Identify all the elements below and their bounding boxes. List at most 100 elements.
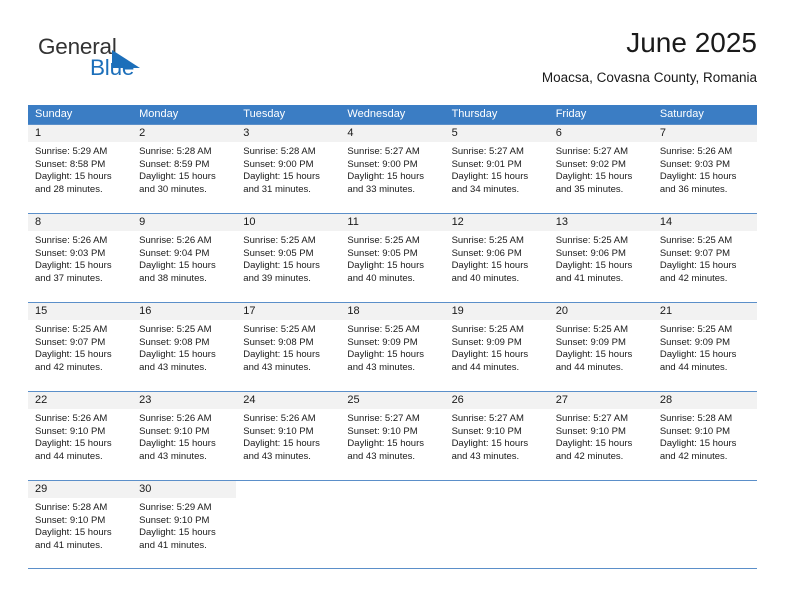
day-cell[interactable]: 13 Sunrise: 5:25 AM Sunset: 9:06 PM Dayl… (548, 214, 653, 302)
day-cell[interactable]: 28 Sunrise: 5:28 AM Sunset: 9:10 PM Dayl… (652, 392, 757, 480)
daylight-text-line1: Daylight: 15 hours (35, 260, 112, 272)
daylight-text-line1: Daylight: 15 hours (347, 171, 424, 183)
daylight-text-line1: Daylight: 15 hours (35, 171, 112, 183)
daylight-text-line1: Daylight: 15 hours (139, 349, 216, 361)
sunset-text: Sunset: 9:00 PM (243, 158, 314, 170)
sunset-text: Sunset: 9:06 PM (451, 247, 522, 259)
sunrise-text: Sunrise: 5:26 AM (659, 146, 733, 157)
day-cell-empty (444, 481, 549, 568)
day-cell[interactable]: 21 Sunrise: 5:25 AM Sunset: 9:09 PM Dayl… (652, 303, 757, 391)
day-cell-empty (236, 481, 341, 568)
sunrise-text: Sunrise: 5:26 AM (139, 235, 212, 246)
day-cell[interactable]: 29 Sunrise: 5:28 AM Sunset: 9:10 PM Dayl… (28, 481, 133, 568)
daylight-text-line1: Daylight: 15 hours (139, 260, 216, 272)
day-cell[interactable]: 12 Sunrise: 5:25 AM Sunset: 9:06 PM Dayl… (444, 214, 549, 302)
daylight-text-line2: and 43 minutes. (347, 450, 416, 462)
daylight-text-line2: and 38 minutes. (139, 272, 207, 284)
daylight-text-line2: and 44 minutes. (35, 450, 103, 462)
weekday-header-sunday: Sunday (35, 108, 73, 120)
daylight-text-line2: and 28 minutes. (35, 183, 103, 195)
day-number: 18 (340, 303, 445, 320)
daylight-text-line2: and 37 minutes. (35, 272, 103, 284)
sunrise-text: Sunrise: 5:25 AM (555, 235, 629, 246)
day-cell[interactable]: 17 Sunrise: 5:25 AM Sunset: 9:08 PM Dayl… (236, 303, 341, 391)
sunset-text: Sunset: 9:10 PM (139, 514, 210, 526)
day-cell[interactable]: 26 Sunrise: 5:27 AM Sunset: 9:10 PM Dayl… (444, 392, 549, 480)
day-cell[interactable]: 5 Sunrise: 5:27 AM Sunset: 9:01 PM Dayli… (444, 125, 549, 213)
sunset-text: Sunset: 9:07 PM (659, 247, 731, 259)
daylight-text-line2: and 42 minutes. (659, 272, 728, 284)
day-cell[interactable]: 8 Sunrise: 5:26 AM Sunset: 9:03 PM Dayli… (28, 214, 133, 302)
day-info: Sunrise: 5:25 AM Sunset: 9:07 PM Dayligh… (653, 231, 757, 285)
day-number: 1 (28, 125, 133, 142)
daylight-text-line2: and 41 minutes. (35, 539, 103, 551)
day-cell[interactable]: 23 Sunrise: 5:26 AM Sunset: 9:10 PM Dayl… (132, 392, 237, 480)
day-number: 20 (548, 303, 653, 320)
sunrise-text: Sunrise: 5:28 AM (35, 502, 108, 513)
weekday-header-thursday: Thursday (451, 108, 498, 120)
daylight-text-line1: Daylight: 15 hours (451, 171, 529, 183)
day-number (444, 481, 549, 498)
day-cell[interactable]: 16 Sunrise: 5:25 AM Sunset: 9:08 PM Dayl… (132, 303, 237, 391)
day-cell[interactable]: 14 Sunrise: 5:25 AM Sunset: 9:07 PM Dayl… (652, 214, 757, 302)
day-number: 29 (28, 481, 133, 498)
sunset-text: Sunset: 9:03 PM (659, 158, 731, 170)
day-number: 4 (340, 125, 445, 142)
daylight-text-line2: and 42 minutes. (659, 450, 728, 462)
day-cell[interactable]: 3 Sunrise: 5:28 AM Sunset: 9:00 PM Dayli… (236, 125, 341, 213)
day-number: 28 (652, 392, 757, 409)
general-blue-logo[interactable]: General Blue (28, 34, 228, 90)
day-cell[interactable]: 27 Sunrise: 5:27 AM Sunset: 9:10 PM Dayl… (548, 392, 653, 480)
day-cell[interactable]: 7 Sunrise: 5:26 AM Sunset: 9:03 PM Dayli… (652, 125, 757, 213)
sunset-text: Sunset: 8:58 PM (35, 158, 106, 170)
sunset-text: Sunset: 9:10 PM (35, 514, 106, 526)
daylight-text-line1: Daylight: 15 hours (35, 438, 112, 450)
calendar-grid: Sunday Monday Tuesday Wednesday Thursday… (28, 105, 757, 569)
day-cell[interactable]: 20 Sunrise: 5:25 AM Sunset: 9:09 PM Dayl… (548, 303, 653, 391)
week-row: 29 Sunrise: 5:28 AM Sunset: 9:10 PM Dayl… (28, 480, 757, 569)
daylight-text-line2: and 43 minutes. (243, 361, 311, 373)
sunset-text: Sunset: 9:10 PM (243, 425, 314, 437)
day-info: Sunrise: 5:25 AM Sunset: 9:08 PM Dayligh… (236, 320, 340, 374)
daylight-text-line1: Daylight: 15 hours (139, 527, 216, 539)
sunrise-text: Sunrise: 5:25 AM (35, 324, 108, 335)
sunrise-text: Sunrise: 5:25 AM (347, 324, 420, 335)
day-cell[interactable]: 2 Sunrise: 5:28 AM Sunset: 8:59 PM Dayli… (132, 125, 237, 213)
day-cell[interactable]: 15 Sunrise: 5:25 AM Sunset: 9:07 PM Dayl… (28, 303, 133, 391)
weekday-header-wednesday: Wednesday (347, 108, 406, 120)
sunrise-text: Sunrise: 5:26 AM (139, 413, 212, 424)
sunset-text: Sunset: 9:03 PM (35, 247, 106, 259)
daylight-text-line1: Daylight: 15 hours (35, 527, 112, 539)
daylight-text-line1: Daylight: 15 hours (451, 438, 529, 450)
daylight-text-line1: Daylight: 15 hours (243, 438, 320, 450)
day-cell[interactable]: 25 Sunrise: 5:27 AM Sunset: 9:10 PM Dayl… (340, 392, 445, 480)
day-cell[interactable]: 30 Sunrise: 5:29 AM Sunset: 9:10 PM Dayl… (132, 481, 237, 568)
daylight-text-line2: and 43 minutes. (451, 450, 520, 462)
day-cell[interactable]: 9 Sunrise: 5:26 AM Sunset: 9:04 PM Dayli… (132, 214, 237, 302)
day-number (236, 481, 341, 498)
day-cell[interactable]: 10 Sunrise: 5:25 AM Sunset: 9:05 PM Dayl… (236, 214, 341, 302)
daylight-text-line1: Daylight: 15 hours (659, 260, 737, 272)
weekday-header-tuesday: Tuesday (243, 108, 286, 120)
weekday-header-friday: Friday (555, 108, 587, 120)
sunset-text: Sunset: 9:09 PM (659, 336, 731, 348)
daylight-text-line1: Daylight: 15 hours (243, 260, 320, 272)
day-cell[interactable]: 11 Sunrise: 5:25 AM Sunset: 9:05 PM Dayl… (340, 214, 445, 302)
sunset-text: Sunset: 9:04 PM (139, 247, 210, 259)
day-cell[interactable]: 6 Sunrise: 5:27 AM Sunset: 9:02 PM Dayli… (548, 125, 653, 213)
day-number: 25 (340, 392, 445, 409)
sunset-text: Sunset: 9:05 PM (347, 247, 418, 259)
week-row: 22 Sunrise: 5:26 AM Sunset: 9:10 PM Dayl… (28, 391, 757, 480)
sunrise-text: Sunrise: 5:27 AM (347, 146, 420, 157)
sunset-text: Sunset: 9:10 PM (555, 425, 626, 437)
daylight-text-line1: Daylight: 15 hours (139, 171, 216, 183)
day-cell[interactable]: 22 Sunrise: 5:26 AM Sunset: 9:10 PM Dayl… (28, 392, 133, 480)
day-cell[interactable]: 1 Sunrise: 5:29 AM Sunset: 8:58 PM Dayli… (28, 125, 133, 213)
day-cell[interactable]: 24 Sunrise: 5:26 AM Sunset: 9:10 PM Dayl… (236, 392, 341, 480)
sunset-text: Sunset: 9:07 PM (35, 336, 106, 348)
day-cell[interactable]: 19 Sunrise: 5:25 AM Sunset: 9:09 PM Dayl… (444, 303, 549, 391)
day-cell[interactable]: 18 Sunrise: 5:25 AM Sunset: 9:09 PM Dayl… (340, 303, 445, 391)
day-cell[interactable]: 4 Sunrise: 5:27 AM Sunset: 9:00 PM Dayli… (340, 125, 445, 213)
sunset-text: Sunset: 9:08 PM (139, 336, 210, 348)
daylight-text-line1: Daylight: 15 hours (451, 349, 529, 361)
